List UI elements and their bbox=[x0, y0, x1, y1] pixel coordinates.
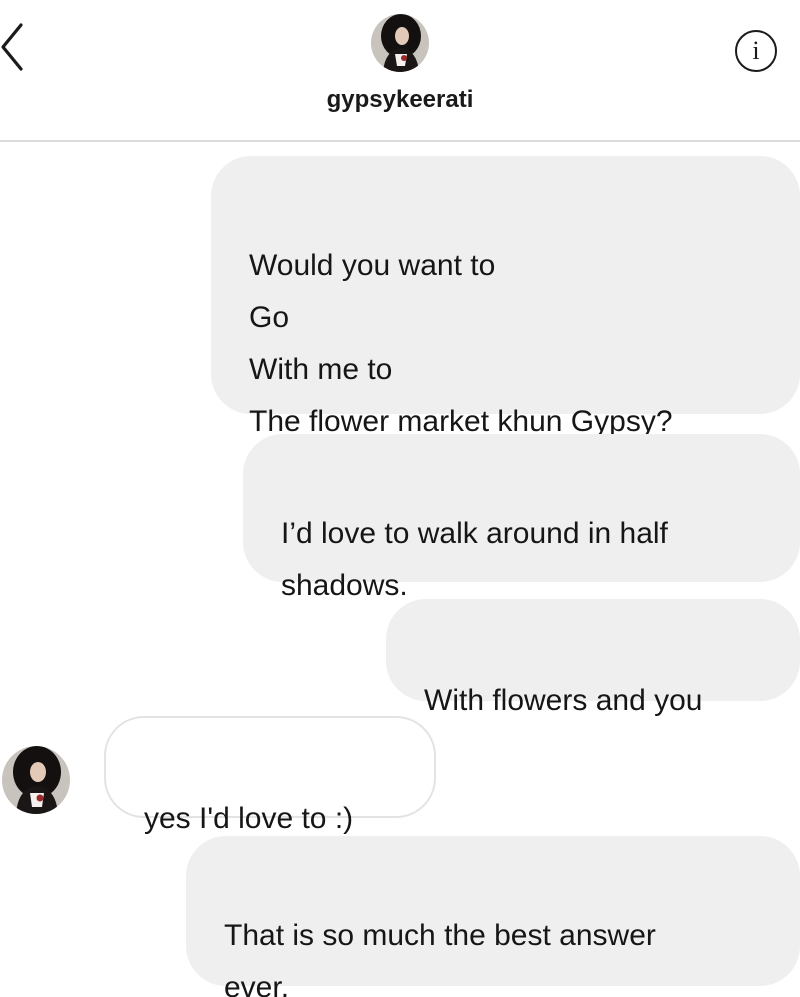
sender-avatar[interactable] bbox=[2, 746, 70, 814]
chat-username[interactable]: gypsykeerati bbox=[0, 86, 800, 114]
message-text: Would you want to Go With me to The flow… bbox=[249, 249, 673, 438]
dm-thread-screen: gypsykeerati i Would you want to Go With… bbox=[0, 0, 800, 997]
message-text: yes I'd love to :) bbox=[144, 802, 354, 835]
info-icon: i bbox=[752, 36, 760, 65]
info-button[interactable]: i bbox=[735, 30, 777, 72]
message-bubble-outgoing[interactable]: I’d love to walk around in half shadows. bbox=[243, 434, 800, 602]
message-list[interactable]: Would you want to Go With me to The flow… bbox=[0, 142, 800, 997]
chat-header: gypsykeerati i bbox=[0, 0, 800, 142]
message-bubble-incoming[interactable]: yes I'd love to :) bbox=[104, 716, 436, 835]
profile-photo bbox=[371, 14, 429, 72]
back-button[interactable] bbox=[0, 22, 40, 72]
message-bubble-outgoing[interactable]: With flowers and you bbox=[386, 599, 800, 717]
message-text: With flowers and you bbox=[424, 684, 703, 717]
header-avatar[interactable] bbox=[371, 14, 429, 72]
message-bubble-outgoing[interactable]: Would you want to Go With me to The flow… bbox=[211, 156, 800, 438]
message-text: That is so much the best answer ever. bbox=[224, 919, 656, 997]
message-text: I’d love to walk around in half shadows. bbox=[281, 517, 668, 602]
message-bubble-outgoing[interactable]: That is so much the best answer ever. bbox=[186, 836, 800, 997]
profile-photo bbox=[2, 746, 70, 814]
chevron-left-icon bbox=[1, 23, 23, 71]
